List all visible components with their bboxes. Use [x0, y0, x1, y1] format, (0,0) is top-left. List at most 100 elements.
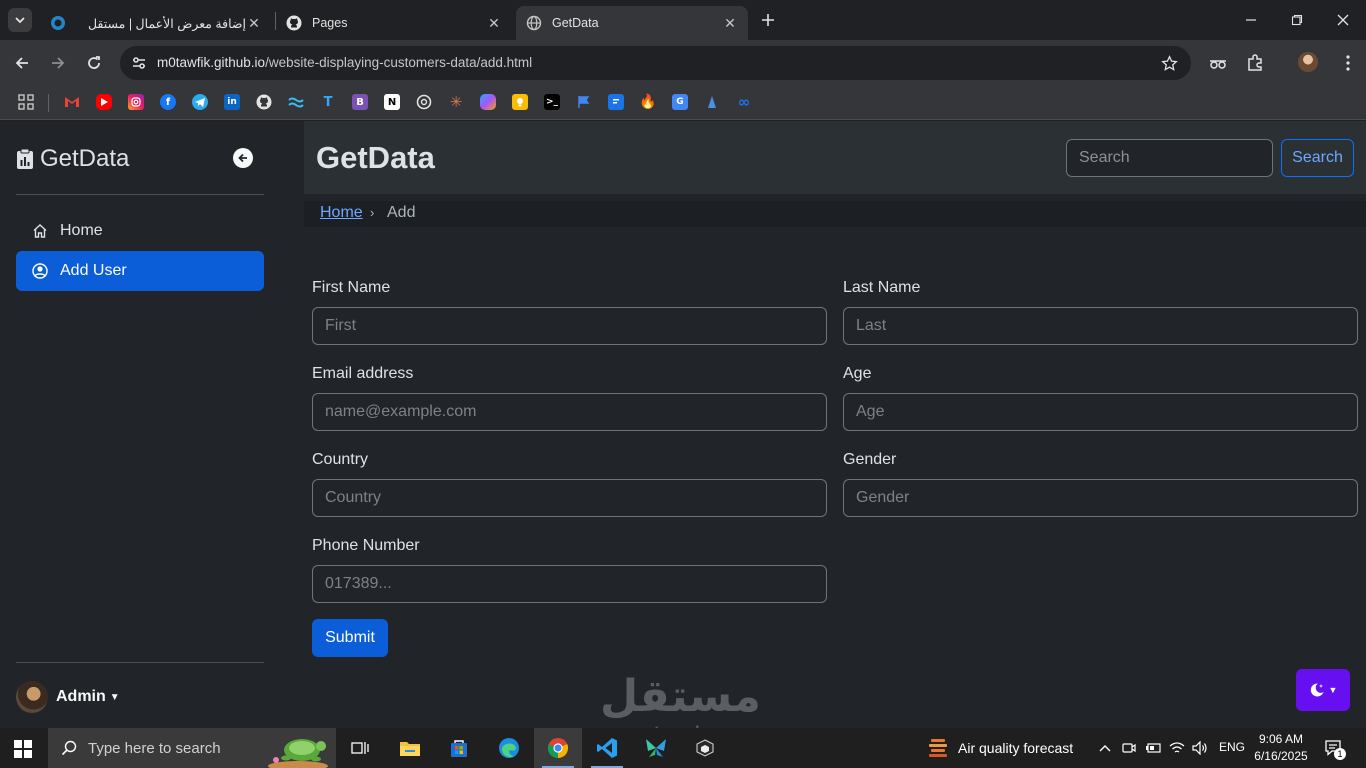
- app-butterfly-button[interactable]: [632, 728, 680, 768]
- task-view-button[interactable]: [336, 728, 384, 768]
- search-icon: [60, 739, 78, 757]
- file-explorer-button[interactable]: [386, 728, 434, 768]
- theme-toggle-button[interactable]: ▼: [1296, 669, 1350, 711]
- claude-icon[interactable]: ✳: [448, 93, 464, 111]
- site-info-icon[interactable]: [128, 52, 150, 74]
- taskbar-search-box[interactable]: Type here to search: [48, 728, 336, 768]
- sidebar-item-home[interactable]: Home: [16, 211, 264, 251]
- facebook-icon[interactable]: f: [160, 94, 176, 110]
- country-input[interactable]: [312, 479, 827, 517]
- weather-widget[interactable]: Air quality forecast: [928, 728, 1073, 768]
- forms-icon[interactable]: [608, 94, 624, 110]
- vscode-button[interactable]: [583, 728, 631, 768]
- taskbar-clock[interactable]: 9:06 AM 6/16/2025: [1252, 731, 1310, 765]
- first-name-label: First Name: [312, 279, 391, 296]
- address-bar[interactable]: m0tawfik.github.io/website-displaying-cu…: [120, 46, 1191, 80]
- tab-search-button[interactable]: [8, 8, 32, 32]
- main-content: GetData Search Home › Add First Name Las…: [304, 121, 1366, 749]
- bookmark-star-icon[interactable]: [1159, 53, 1179, 73]
- volume-icon[interactable]: [1191, 739, 1209, 757]
- browser-menu-icon[interactable]: [1337, 52, 1359, 74]
- meta-icon[interactable]: ∞: [736, 93, 752, 111]
- youtube-icon[interactable]: [96, 94, 112, 110]
- plus-icon: [762, 14, 774, 26]
- sidebar: GetData Home Add User Admin ▼: [0, 121, 280, 728]
- chrome-icon: [547, 738, 569, 759]
- phone-input[interactable]: [312, 565, 827, 603]
- air-quality-icon: [929, 739, 947, 757]
- submit-button[interactable]: Submit: [312, 619, 388, 657]
- battery-icon[interactable]: [1144, 739, 1162, 757]
- ai-studio-icon[interactable]: [704, 94, 720, 110]
- tailwind-t-icon[interactable]: T: [320, 94, 336, 110]
- apps-grid-icon[interactable]: [18, 94, 34, 110]
- arrow-right-icon: [52, 57, 65, 69]
- breadcrumb-home-link[interactable]: Home: [320, 204, 363, 222]
- close-icon[interactable]: ✕: [722, 15, 738, 31]
- top-navbar: GetData Search: [304, 121, 1366, 194]
- github-icon[interactable]: [256, 94, 272, 110]
- tab-pages[interactable]: Pages ✕: [276, 6, 512, 40]
- chevron-down-icon: [15, 17, 25, 24]
- gender-input[interactable]: [843, 479, 1358, 517]
- forward-button[interactable]: [46, 51, 70, 75]
- bootstrap-icon[interactable]: B: [352, 94, 368, 110]
- incognito-extension-icon[interactable]: [1207, 52, 1229, 74]
- tab-mostaql[interactable]: إضافة معرض الأعمال | مستقل ✕: [40, 6, 272, 40]
- app-unity-button[interactable]: [681, 728, 729, 768]
- close-window-button[interactable]: [1320, 0, 1366, 40]
- sidebar-brand[interactable]: GetData: [16, 145, 129, 173]
- microsoft-store-button[interactable]: [435, 728, 483, 768]
- chevron-up-icon[interactable]: [1096, 739, 1114, 757]
- restore-button[interactable]: [1274, 0, 1320, 40]
- flag-icon[interactable]: [576, 94, 592, 110]
- chatgpt-icon[interactable]: [416, 94, 432, 110]
- firebase-icon[interactable]: 🔥: [639, 94, 656, 110]
- new-tab-button[interactable]: [758, 10, 778, 30]
- search-button[interactable]: Search: [1281, 139, 1354, 177]
- windows-start-icon[interactable]: [14, 740, 32, 758]
- notification-badge: 1: [1334, 748, 1346, 760]
- keep-icon[interactable]: [512, 94, 528, 110]
- notification-center-icon[interactable]: 1: [1324, 738, 1346, 760]
- edge-button[interactable]: [485, 728, 533, 768]
- back-button[interactable]: [10, 51, 34, 75]
- caret-down-icon: ▼: [109, 691, 120, 703]
- clock-time: 9:06 AM: [1258, 732, 1304, 746]
- copilot-icon[interactable]: [480, 94, 496, 110]
- folder-icon: [400, 742, 420, 756]
- email-input[interactable]: [312, 393, 827, 431]
- notion-icon[interactable]: N: [384, 94, 400, 110]
- search-input[interactable]: [1066, 139, 1273, 177]
- camera-icon[interactable]: [1120, 739, 1138, 757]
- bookmarks-bar: f in T B N ✳ >_ 🔥 G ∞: [0, 86, 1366, 120]
- linkedin-icon[interactable]: in: [224, 94, 240, 110]
- wifi-icon[interactable]: [1168, 739, 1186, 757]
- url-text: m0tawfik.github.io/website-displaying-cu…: [157, 55, 532, 70]
- telegram-icon[interactable]: [192, 94, 208, 110]
- browser-toolbar: m0tawfik.github.io/website-displaying-cu…: [0, 40, 1366, 86]
- language-indicator[interactable]: ENG: [1219, 740, 1245, 754]
- translate-icon[interactable]: G: [672, 94, 688, 110]
- profile-avatar[interactable]: [1298, 52, 1318, 72]
- first-name-input[interactable]: [312, 307, 827, 345]
- minimize-button[interactable]: [1228, 0, 1274, 40]
- tab-getdata[interactable]: GetData ✕: [516, 6, 748, 40]
- cube-icon: [696, 739, 714, 757]
- sidebar-collapse-button[interactable]: [233, 148, 253, 168]
- reload-button[interactable]: [82, 51, 106, 75]
- chrome-button[interactable]: [534, 728, 582, 768]
- gmail-icon[interactable]: [64, 94, 80, 110]
- last-name-input[interactable]: [843, 307, 1358, 345]
- extensions-icon[interactable]: [1244, 52, 1266, 74]
- terminal-icon[interactable]: >_: [544, 94, 560, 110]
- wave-icon[interactable]: [288, 94, 304, 110]
- close-icon[interactable]: ✕: [486, 15, 502, 31]
- sidebar-item-add-user[interactable]: Add User: [16, 251, 264, 291]
- age-input[interactable]: [843, 393, 1358, 431]
- arrow-left-icon: [15, 57, 28, 69]
- user-dropdown-toggle[interactable]: Admin ▼: [16, 681, 120, 713]
- sidebar-divider: [16, 194, 264, 195]
- close-icon[interactable]: ✕: [246, 15, 262, 31]
- instagram-icon[interactable]: [128, 94, 144, 110]
